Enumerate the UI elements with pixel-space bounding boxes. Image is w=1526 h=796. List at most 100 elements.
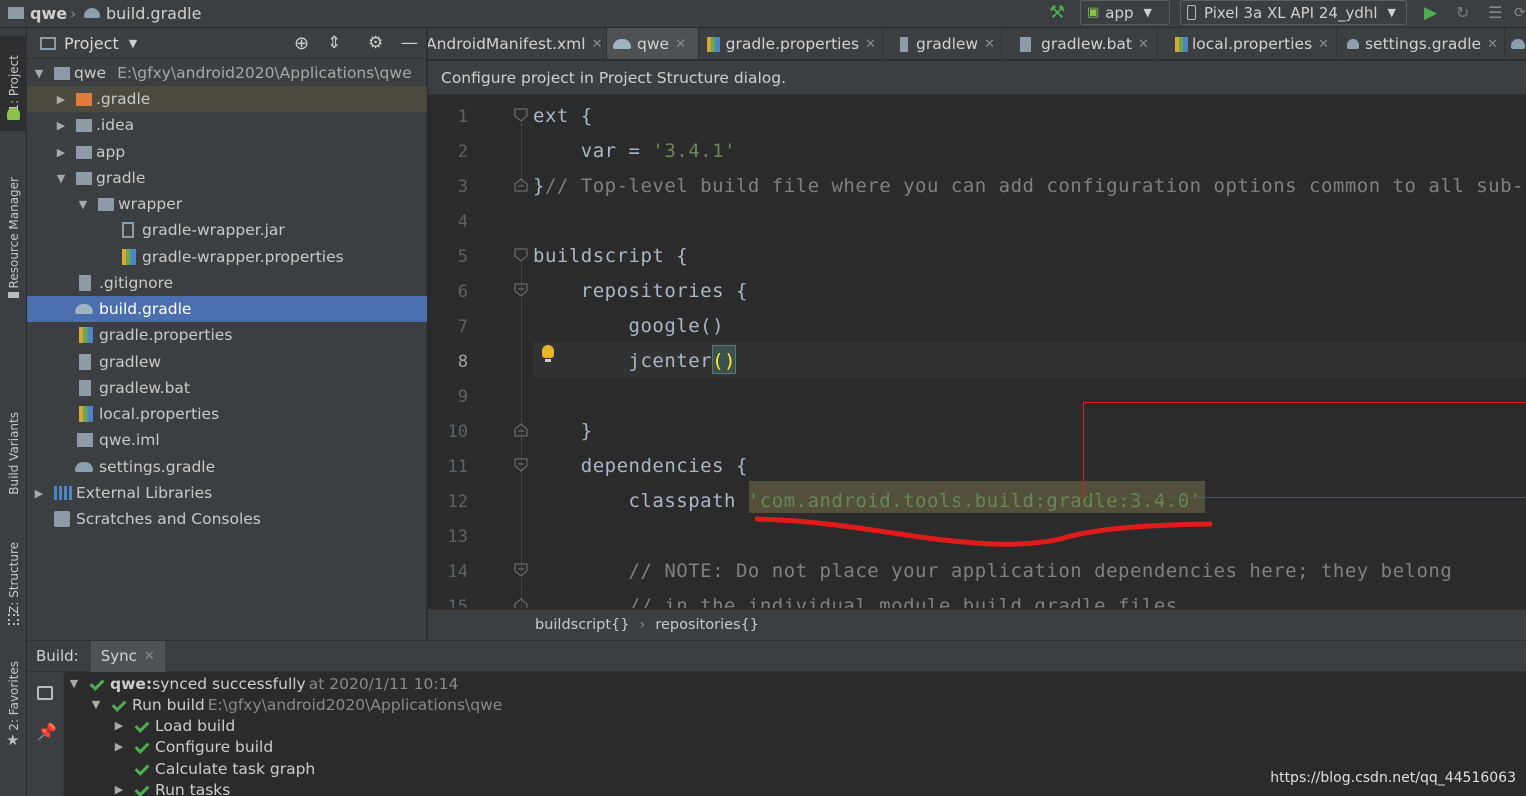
tree-item-gradle-properties[interactable]: gradle.properties — [27, 322, 427, 348]
tree-item-gradle[interactable]: ▼ gradle — [27, 165, 427, 191]
chevron-down-icon[interactable]: ▼ — [129, 37, 137, 50]
expand-arrow-icon[interactable]: ▼ — [77, 198, 89, 211]
tree-item-scratches[interactable]: Scratches and Consoles — [27, 506, 427, 532]
toggle-view-icon[interactable] — [37, 686, 53, 700]
tree-item-wrapper-properties[interactable]: gradle-wrapper.properties — [27, 244, 427, 270]
tree-item-gitignore[interactable]: .gitignore — [27, 270, 427, 296]
tree-item-wrapper[interactable]: ▼ wrapper — [27, 191, 427, 217]
tree-item-local-properties[interactable]: local.properties — [27, 401, 427, 427]
tree-item-gradlew-bat[interactable]: gradlew.bat — [27, 375, 427, 401]
device-select[interactable]: Pixel 3a XL API 24_ydhl ▼ — [1180, 0, 1407, 25]
run-config-select[interactable]: ▣ app ▼ — [1080, 0, 1170, 25]
fold-icon[interactable] — [513, 247, 529, 263]
fold-icon[interactable] — [513, 457, 529, 473]
tab-resource-manager[interactable]: Resource Manager — [0, 163, 27, 303]
close-icon[interactable]: ✕ — [1318, 37, 1329, 52]
fold-icon[interactable] — [513, 177, 529, 193]
fold-icon[interactable] — [513, 282, 529, 298]
check-icon — [134, 740, 148, 754]
code-text: buildscript { — [533, 245, 689, 267]
tab-gradlew-bat[interactable]: gradlew.bat ✕ — [1014, 28, 1158, 59]
tab-build-variants[interactable]: Build Variants — [0, 393, 27, 513]
list-icon[interactable]: ☰ — [1482, 0, 1509, 25]
expand-arrow-icon[interactable]: ▼ — [55, 172, 67, 185]
locate-icon[interactable]: ⊕ — [294, 33, 309, 54]
build-row-task-graph[interactable]: Calculate task graph — [134, 758, 315, 779]
fold-guide — [521, 123, 522, 185]
tab-qwe[interactable]: qwe ✕ — [607, 28, 699, 59]
expand-arrow-icon[interactable]: ▶ — [55, 119, 67, 132]
close-icon[interactable]: ✕ — [1138, 37, 1149, 52]
breadcrumb-buildscript[interactable]: buildscript{} — [535, 617, 630, 633]
build-row-configure-build[interactable]: ▶ Configure build — [113, 736, 273, 757]
tab-resource-manager-label: Resource Manager — [6, 177, 21, 289]
close-icon[interactable]: ✕ — [675, 37, 686, 52]
apply-changes-icon[interactable]: ↻ — [1450, 0, 1476, 25]
tree-item-qwe-iml[interactable]: qwe.iml — [27, 427, 427, 453]
build-row-path: E:\gfxy\android2020\Applications\qwe — [207, 695, 503, 714]
collapse-icon[interactable]: ⇕ — [327, 33, 341, 53]
expand-arrow-icon[interactable]: ▶ — [55, 93, 67, 106]
gear-icon[interactable]: ⚙ — [368, 33, 383, 53]
expand-arrow-icon[interactable]: ▼ — [90, 698, 102, 711]
expand-arrow-icon[interactable]: ▼ — [33, 67, 45, 80]
tab-gradlew[interactable]: gradlew ✕ — [894, 28, 1002, 59]
close-icon[interactable]: ✕ — [865, 37, 876, 52]
close-icon[interactable]: ✕ — [144, 649, 155, 664]
build-row-sync[interactable]: ▼ qwe: synced successfully at 2020/1/11 … — [68, 673, 459, 694]
breadcrumb-project[interactable]: qwe — [8, 2, 67, 24]
fold-icon[interactable] — [513, 562, 529, 578]
expand-arrow-icon[interactable]: ▶ — [55, 146, 67, 159]
tab-label: gradlew.bat — [1041, 35, 1132, 53]
tab-gradle-properties[interactable]: gradle.properties ✕ — [701, 28, 883, 59]
tree-item-gradlew[interactable]: gradlew — [27, 349, 427, 375]
expand-arrow-icon[interactable]: ▼ — [68, 677, 80, 690]
minimize-icon[interactable]: — — [401, 33, 418, 53]
close-icon[interactable]: ✕ — [592, 37, 603, 52]
expand-arrow-icon[interactable]: ▶ — [113, 719, 125, 732]
build-toolbar: 📌 — [27, 672, 63, 796]
expand-arrow-icon[interactable]: ▶ — [33, 487, 45, 500]
tab-settings-gradle[interactable]: settings.gradle ✕ — [1341, 28, 1505, 59]
tree-item-settings-gradle[interactable]: settings.gradle — [27, 454, 427, 480]
pin-icon[interactable]: 📌 — [37, 722, 57, 741]
tab-sync[interactable]: Sync ✕ — [90, 640, 165, 672]
fold-icon[interactable] — [513, 107, 529, 123]
project-view-title[interactable]: Project — [64, 34, 119, 53]
expand-arrow-icon[interactable]: ▶ — [113, 783, 125, 796]
breadcrumb-repositories[interactable]: repositories{} — [655, 617, 759, 633]
tree-item-root[interactable]: ▼ qwe E:\gfxy\android2020\Applications\q… — [27, 60, 427, 86]
tab-android-manifest[interactable]: AndroidManifest.xml ✕ — [428, 28, 607, 59]
build-row-label: Configure build — [155, 737, 274, 756]
folder-icon — [8, 7, 24, 19]
tree-item-label: gradlew.bat — [99, 379, 190, 397]
tree-item-gradle-cache[interactable]: ▶ .gradle — [27, 86, 427, 112]
breadcrumb-file[interactable]: build.gradle — [84, 2, 201, 24]
overflow-tabs-icon[interactable] — [1505, 28, 1526, 59]
code-text: classpath — [533, 490, 748, 512]
tree-item-external-libraries[interactable]: ▶ External Libraries — [27, 480, 427, 506]
expand-arrow-icon[interactable]: ▶ — [113, 740, 125, 753]
tab-favorites[interactable]: 2: Favorites — [0, 656, 27, 736]
tree-item-wrapper-jar[interactable]: gradle-wrapper.jar — [27, 217, 427, 243]
build-row-run-tasks[interactable]: ▶ Run tasks — [113, 779, 231, 796]
run-icon[interactable]: ▶ — [1418, 0, 1444, 25]
close-icon[interactable]: ✕ — [984, 37, 995, 52]
tab-structure[interactable]: Z: Structure — [0, 533, 27, 623]
fold-icon[interactable] — [513, 422, 529, 438]
close-icon[interactable]: ✕ — [1487, 37, 1498, 52]
hammer-icon[interactable]: ⚒ — [1043, 0, 1072, 25]
fold-icon[interactable] — [513, 597, 529, 608]
tree-item-build-gradle[interactable]: build.gradle — [27, 296, 427, 322]
breadcrumb-separator: › — [70, 3, 77, 23]
tree-item-idea[interactable]: ▶ .idea — [27, 112, 427, 138]
tab-label: local.properties — [1192, 35, 1313, 53]
line-number: 3 — [457, 177, 468, 197]
project-structure-notice[interactable]: Configure project in Project Structure d… — [428, 61, 1526, 95]
check-icon — [89, 677, 103, 691]
build-row-run-build[interactable]: ▼ Run build E:\gfxy\android2020\Applicat… — [90, 694, 503, 715]
tab-local-properties[interactable]: local.properties ✕ — [1169, 28, 1337, 59]
build-row-load-build[interactable]: ▶ Load build — [113, 715, 235, 736]
sync-icon[interactable]: ⟳ — [1508, 0, 1526, 25]
tree-item-app[interactable]: ▶ app — [27, 139, 427, 165]
